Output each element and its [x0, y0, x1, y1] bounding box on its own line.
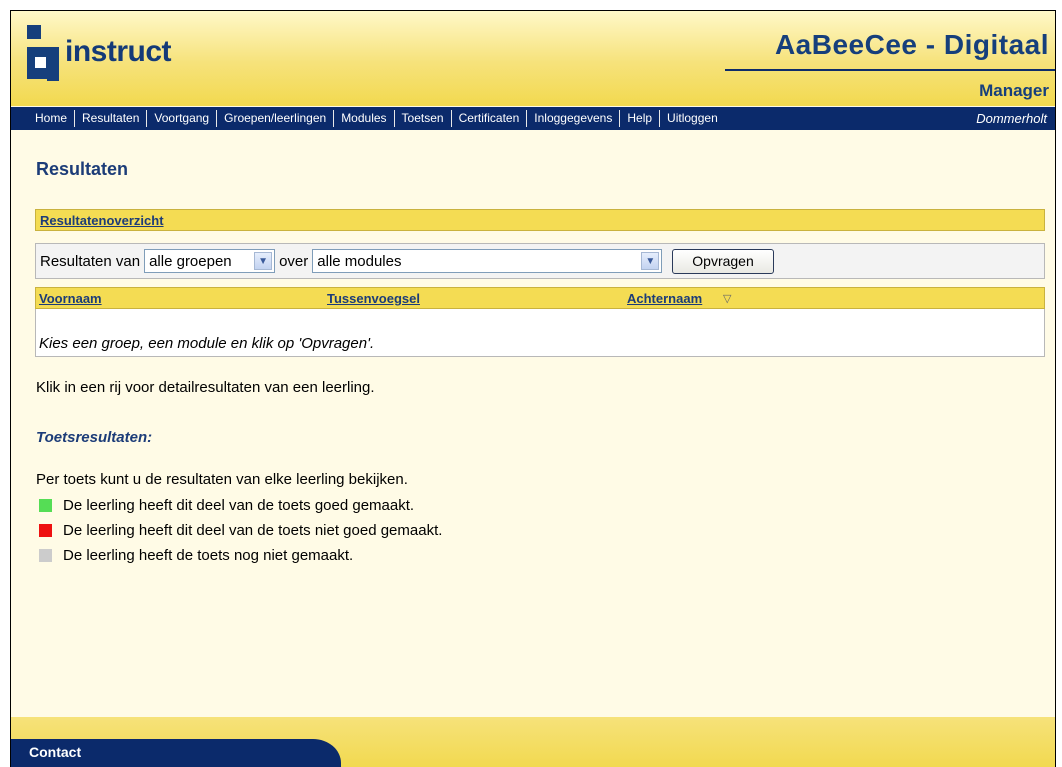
- overview-header: Resultatenoverzicht: [35, 209, 1045, 231]
- nav-resultaten[interactable]: Resultaten: [75, 110, 148, 127]
- empty-message: Kies een groep, een module en klik op 'O…: [39, 335, 375, 352]
- main-nav: Home Resultaten Voortgang Groepen/leerli…: [11, 107, 1055, 130]
- nav-toetsen[interactable]: Toetsen: [395, 110, 452, 127]
- group-select-value: alle groepen: [149, 252, 232, 270]
- results-table-body: Kies een groep, een module en klik op 'O…: [35, 309, 1045, 357]
- filter-label-from: Resultaten van: [40, 252, 141, 270]
- grey-square-icon: [39, 549, 52, 562]
- column-voornaam[interactable]: Voornaam: [39, 291, 102, 306]
- column-achternaam[interactable]: Achternaam: [627, 291, 702, 306]
- legend-item-bad: De leerling heeft dit deel van de toets …: [39, 522, 442, 539]
- user-role: Manager: [979, 81, 1049, 100]
- legend-item-good: De leerling heeft dit deel van de toets …: [39, 497, 414, 514]
- red-square-icon: [39, 524, 52, 537]
- nav-certificaten[interactable]: Certificaten: [452, 110, 528, 127]
- opvragen-button[interactable]: Opvragen: [672, 248, 774, 274]
- nav-home[interactable]: Home: [11, 110, 76, 127]
- filter-row: Resultaten van alle groepen ▼ over alle …: [35, 243, 1045, 279]
- column-achternaam-label: Achternaam: [627, 291, 703, 306]
- green-square-icon: [39, 499, 52, 512]
- column-tussenvoegsel[interactable]: Tussenvoegsel: [327, 291, 420, 306]
- nav-uitloggen[interactable]: Uitloggen: [660, 110, 725, 127]
- row-hint: Klik in een rij voor detailresultaten va…: [36, 379, 375, 396]
- module-select[interactable]: alle modules ▼: [312, 249, 663, 273]
- legend-text: De leerling heeft de toets nog niet gema…: [63, 547, 354, 564]
- chevron-down-icon[interactable]: ▼: [641, 252, 660, 270]
- chevron-down-icon[interactable]: ▼: [254, 252, 273, 270]
- legend-text: De leerling heeft dit deel van de toets …: [63, 497, 415, 514]
- legend-text: De leerling heeft dit deel van de toets …: [63, 522, 443, 539]
- contact-tab[interactable]: Contact: [11, 739, 341, 767]
- legend-intro: Per toets kunt u de resultaten van elke …: [36, 471, 408, 488]
- app-window: instruct AaBeeCee - Digitaal Manager Hom…: [10, 10, 1056, 767]
- module-select-value: alle modules: [317, 252, 402, 270]
- overview-link[interactable]: Resultatenoverzicht: [40, 213, 164, 228]
- logo-text: instruct: [65, 35, 172, 68]
- page-title: Resultaten: [36, 159, 129, 179]
- nav-groepen-leerlingen[interactable]: Groepen/leerlingen: [217, 110, 335, 127]
- filter-label-over: over: [279, 252, 309, 270]
- contact-link[interactable]: Contact: [29, 744, 81, 760]
- header: instruct AaBeeCee - Digitaal Manager: [11, 11, 1055, 106]
- nav-voortgang[interactable]: Voortgang: [147, 110, 218, 127]
- legend-item-notdone: De leerling heeft de toets nog niet gema…: [39, 547, 353, 564]
- brand-underline: [725, 69, 1055, 71]
- nav-inloggegevens[interactable]: Inloggegevens: [527, 110, 621, 127]
- nav-modules[interactable]: Modules: [334, 110, 395, 127]
- group-select[interactable]: alle groepen ▼: [144, 249, 276, 273]
- sort-desc-icon: ▽: [723, 293, 732, 305]
- current-user: Dommerholt: [976, 111, 1047, 126]
- results-table-header: Voornaam Tussenvoegsel Achternaam ▽: [35, 287, 1045, 309]
- toetsresultaten-heading: Toetsresultaten:: [36, 429, 153, 446]
- nav-help[interactable]: Help: [620, 110, 661, 127]
- brand-title: AaBeeCee - Digitaal: [774, 29, 1049, 60]
